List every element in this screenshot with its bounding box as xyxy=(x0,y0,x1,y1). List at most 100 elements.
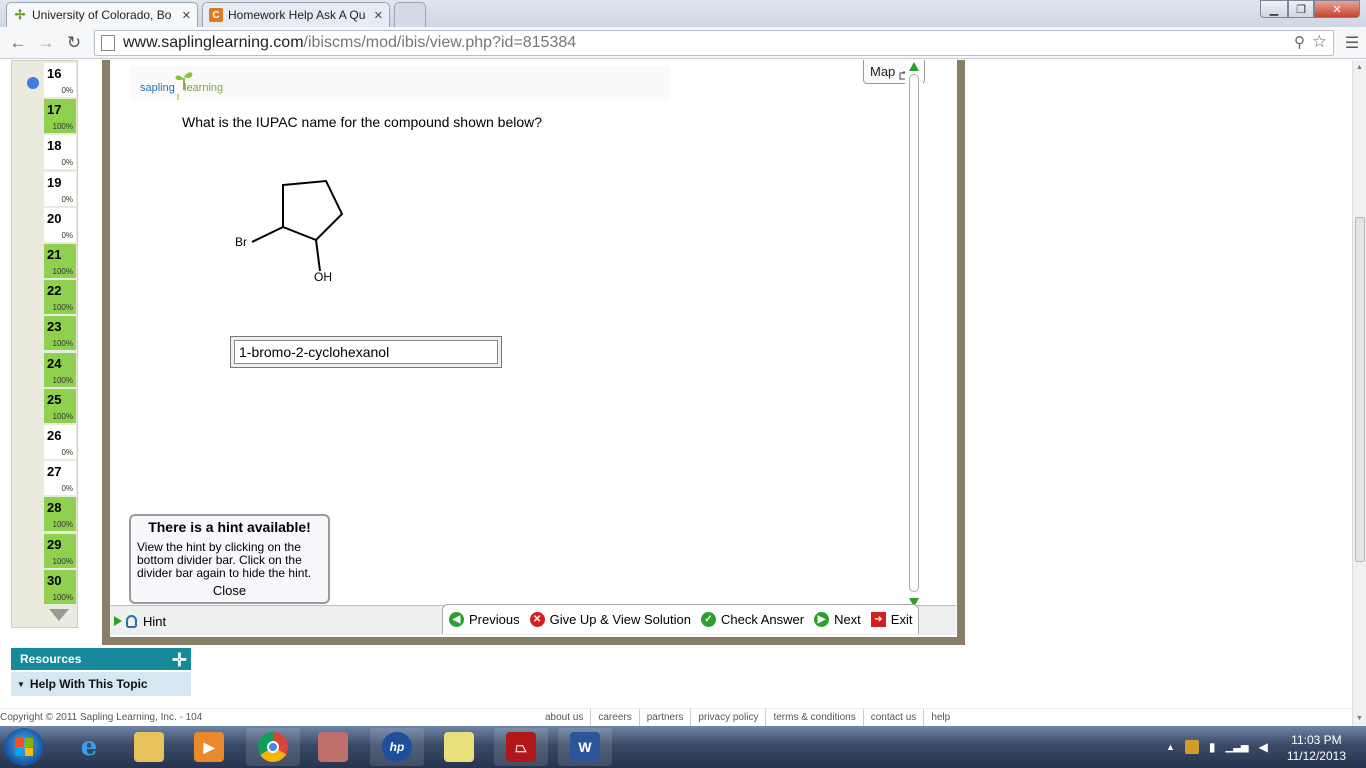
resources-header[interactable]: Resources ✛ xyxy=(11,648,191,670)
adobe-reader-icon: ⏢ xyxy=(506,732,536,762)
new-tab-button[interactable] xyxy=(394,2,426,27)
question-nav-item[interactable]: 19 0% xyxy=(44,171,76,206)
exit-label: Exit xyxy=(890,612,913,627)
close-tab-icon[interactable]: ✕ xyxy=(374,9,383,22)
question-nav-item[interactable]: 18 0% xyxy=(44,135,76,170)
taskbar-adobe-reader[interactable]: ⏢ xyxy=(494,728,548,766)
maximize-button[interactable]: ❐ xyxy=(1288,0,1314,18)
menu-icon[interactable]: ☰ xyxy=(1340,31,1364,55)
scrollbar-thumb[interactable] xyxy=(1355,217,1365,562)
give-up-x-icon: ✕ xyxy=(529,612,545,627)
give-up-label: Give Up & View Solution xyxy=(549,612,691,627)
app-icon xyxy=(318,732,348,762)
question-percent: 0% xyxy=(61,158,73,168)
question-number: 23 xyxy=(47,319,62,335)
question-percent: 100% xyxy=(52,339,73,349)
logo-text-sapling: sapling xyxy=(140,82,175,94)
tab-homework-help[interactable]: C Homework Help Ask A Qu ✕ xyxy=(202,2,390,27)
taskbar-word[interactable]: W xyxy=(558,728,612,766)
question-bottom-bar: Hint ◀ Previous ✕ Give Up & View Solutio… xyxy=(110,604,956,636)
clock-date: 11/12/2013 xyxy=(1286,749,1346,763)
question-percent: 100% xyxy=(52,411,73,421)
scroll-down-arrow-icon[interactable]: ▼ xyxy=(1356,715,1363,722)
footer-link-terms[interactable]: terms & conditions xyxy=(766,709,864,727)
close-window-button[interactable]: ✕ xyxy=(1314,0,1360,18)
bookmark-star-icon[interactable]: ☆ xyxy=(1312,32,1327,52)
scroll-down-arrow-icon[interactable] xyxy=(49,609,69,621)
exit-button[interactable]: ➜ Exit xyxy=(870,612,913,627)
reload-icon[interactable]: ↻ xyxy=(62,31,86,55)
volume-icon[interactable]: ◀ xyxy=(1259,740,1268,754)
taskbar-hp[interactable]: hp xyxy=(370,728,424,766)
tray-app-icon[interactable] xyxy=(1184,740,1199,754)
question-number: 24 xyxy=(47,355,62,371)
question-nav-item[interactable]: 28 100% xyxy=(44,497,76,532)
question-nav-item[interactable]: 24 100% xyxy=(44,352,76,387)
scroll-up-arrow-icon[interactable]: ▲ xyxy=(1356,64,1363,71)
footer-links: about us careers partners privacy policy… xyxy=(538,709,957,727)
footer-link-privacy-policy[interactable]: privacy policy xyxy=(691,709,767,727)
taskbar-file-explorer[interactable] xyxy=(122,728,176,766)
footer-link-partners[interactable]: partners xyxy=(640,709,692,727)
question-nav-item[interactable]: 26 0% xyxy=(44,425,76,459)
hp-icon: hp xyxy=(382,732,412,762)
answer-input[interactable] xyxy=(234,340,498,364)
question-scrollbar[interactable] xyxy=(905,60,923,612)
sticky-notes-icon xyxy=(444,732,474,762)
tab-university-of-colorado[interactable]: ✢ University of Colorado, Bo ✕ xyxy=(6,2,198,27)
next-button[interactable]: ▶ Next xyxy=(814,612,861,627)
question-nav-item[interactable]: 17 100% xyxy=(44,99,76,134)
taskbar-internet-explorer[interactable]: e xyxy=(62,728,116,766)
page-content: 16 0% 17 100% 18 0% 19 0% 20 0% 21 100% 22 100% 23 100%… xyxy=(0,60,1352,710)
question-nav-item[interactable]: 21 100% xyxy=(44,244,76,278)
show-hidden-icons-icon[interactable]: ▲ xyxy=(1166,742,1175,752)
question-nav-item[interactable]: 25 100% xyxy=(44,388,76,423)
previous-button[interactable]: ◀ Previous xyxy=(449,612,520,627)
answer-box xyxy=(230,336,502,368)
previous-label: Previous xyxy=(469,612,520,627)
question-nav-item[interactable]: 29 100% xyxy=(44,533,76,568)
taskbar-chrome[interactable] xyxy=(246,728,300,766)
scroll-up-arrow-icon[interactable] xyxy=(909,62,919,71)
give-up-button[interactable]: ✕ Give Up & View Solution xyxy=(529,612,691,627)
question-nav-item[interactable]: 23 100% xyxy=(44,316,76,351)
question-nav-item[interactable]: 27 0% xyxy=(44,461,76,496)
taskbar-app[interactable] xyxy=(306,728,360,766)
footer-link-about-us[interactable]: about us xyxy=(538,709,592,727)
taskbar-sticky-notes[interactable] xyxy=(432,728,486,766)
forward-arrow-icon[interactable]: → xyxy=(34,31,58,55)
footer-link-help[interactable]: help xyxy=(924,709,957,727)
next-arrow-icon: ▶ xyxy=(814,612,830,627)
battery-icon[interactable]: ▮ xyxy=(1209,740,1216,754)
url-host: www.saplinglearning.com xyxy=(123,34,304,51)
expand-plus-icon[interactable]: ✛ xyxy=(172,650,187,671)
minimize-button[interactable]: ▁ xyxy=(1260,0,1288,18)
scrollbar-track[interactable] xyxy=(909,74,919,592)
question-percent: 0% xyxy=(61,448,73,457)
close-tab-icon[interactable]: ✕ xyxy=(182,9,191,22)
taskbar-media-player[interactable]: ▶ xyxy=(182,728,236,766)
collapse-caret-icon: ▼ xyxy=(17,679,25,689)
hint-divider-bar[interactable]: Hint xyxy=(110,606,440,636)
check-answer-button[interactable]: ✓ Check Answer xyxy=(700,612,804,627)
question-nav-item[interactable]: 30 100% xyxy=(44,569,76,604)
help-with-topic-item[interactable]: ▼ Help With This Topic xyxy=(11,672,191,696)
zoom-search-icon[interactable]: ⚲ xyxy=(1294,33,1305,51)
question-number: 28 xyxy=(47,500,62,516)
signal-strength-icon[interactable]: ▁▃▅ xyxy=(1226,742,1249,753)
word-icon: W xyxy=(570,732,600,762)
play-arrow-icon xyxy=(114,616,122,626)
address-bar[interactable]: www.saplinglearning.com/ibiscms/mod/ibis… xyxy=(94,30,1334,56)
question-nav-item[interactable]: 22 100% xyxy=(44,280,76,315)
footer-link-careers[interactable]: careers xyxy=(591,709,640,727)
footer-link-contact-us[interactable]: contact us xyxy=(864,709,925,727)
resources-title: Resources xyxy=(20,652,82,666)
clock[interactable]: 11:03 PM 11/12/2013 xyxy=(1287,732,1346,764)
back-arrow-icon[interactable]: ← xyxy=(6,31,30,55)
tab-title: University of Colorado, Bo xyxy=(32,8,172,22)
page-scrollbar[interactable]: ▲ ▼ xyxy=(1352,60,1366,726)
hint-popup-close-button[interactable]: Close xyxy=(131,583,328,598)
start-button[interactable] xyxy=(4,728,44,766)
question-nav-item[interactable]: 20 0% xyxy=(44,207,76,242)
question-nav-item[interactable]: 16 0% xyxy=(44,63,76,97)
